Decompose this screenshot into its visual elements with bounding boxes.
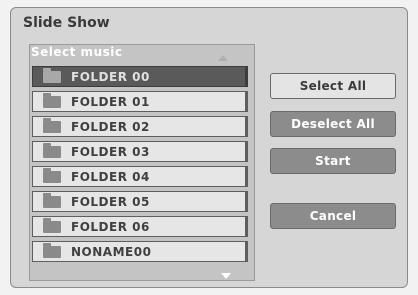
folder-row[interactable]: NONAME00: [32, 241, 248, 262]
select-all-button[interactable]: Select All: [270, 73, 396, 99]
folder-label: FOLDER 00: [71, 69, 150, 84]
folder-row[interactable]: FOLDER 03: [32, 141, 248, 162]
folder-icon: [43, 117, 61, 133]
folder-row[interactable]: FOLDER 06: [32, 216, 248, 237]
start-button[interactable]: Start: [270, 148, 396, 174]
folder-label: FOLDER 06: [71, 219, 150, 234]
folder-list: FOLDER 00 FOLDER 01 FOLDER 02 FOLDER 03 …: [32, 66, 248, 266]
folder-label: FOLDER 02: [71, 119, 150, 134]
scroll-up-icon[interactable]: [218, 55, 228, 61]
folder-icon: [43, 67, 61, 83]
folder-label: FOLDER 01: [71, 94, 150, 109]
folder-row[interactable]: FOLDER 04: [32, 166, 248, 187]
dialog-title: Slide Show: [23, 15, 110, 31]
folder-row[interactable]: FOLDER 02: [32, 116, 248, 137]
folder-row[interactable]: FOLDER 01: [32, 91, 248, 112]
cancel-button[interactable]: Cancel: [270, 203, 396, 229]
folder-label: FOLDER 04: [71, 169, 150, 184]
scroll-down-icon[interactable]: [221, 273, 231, 279]
folder-icon: [43, 192, 61, 208]
folder-icon: [43, 217, 61, 233]
folder-row[interactable]: FOLDER 05: [32, 191, 248, 212]
deselect-all-button[interactable]: Deselect All: [270, 111, 396, 137]
folder-icon: [43, 92, 61, 108]
folder-icon: [43, 242, 61, 258]
folder-label: FOLDER 05: [71, 194, 150, 209]
folder-icon: [43, 167, 61, 183]
folder-label: NONAME00: [71, 244, 152, 259]
folder-icon: [43, 142, 61, 158]
list-header: Select music: [31, 45, 123, 59]
folder-row[interactable]: FOLDER 00: [32, 66, 248, 87]
folder-label: FOLDER 03: [71, 144, 150, 159]
